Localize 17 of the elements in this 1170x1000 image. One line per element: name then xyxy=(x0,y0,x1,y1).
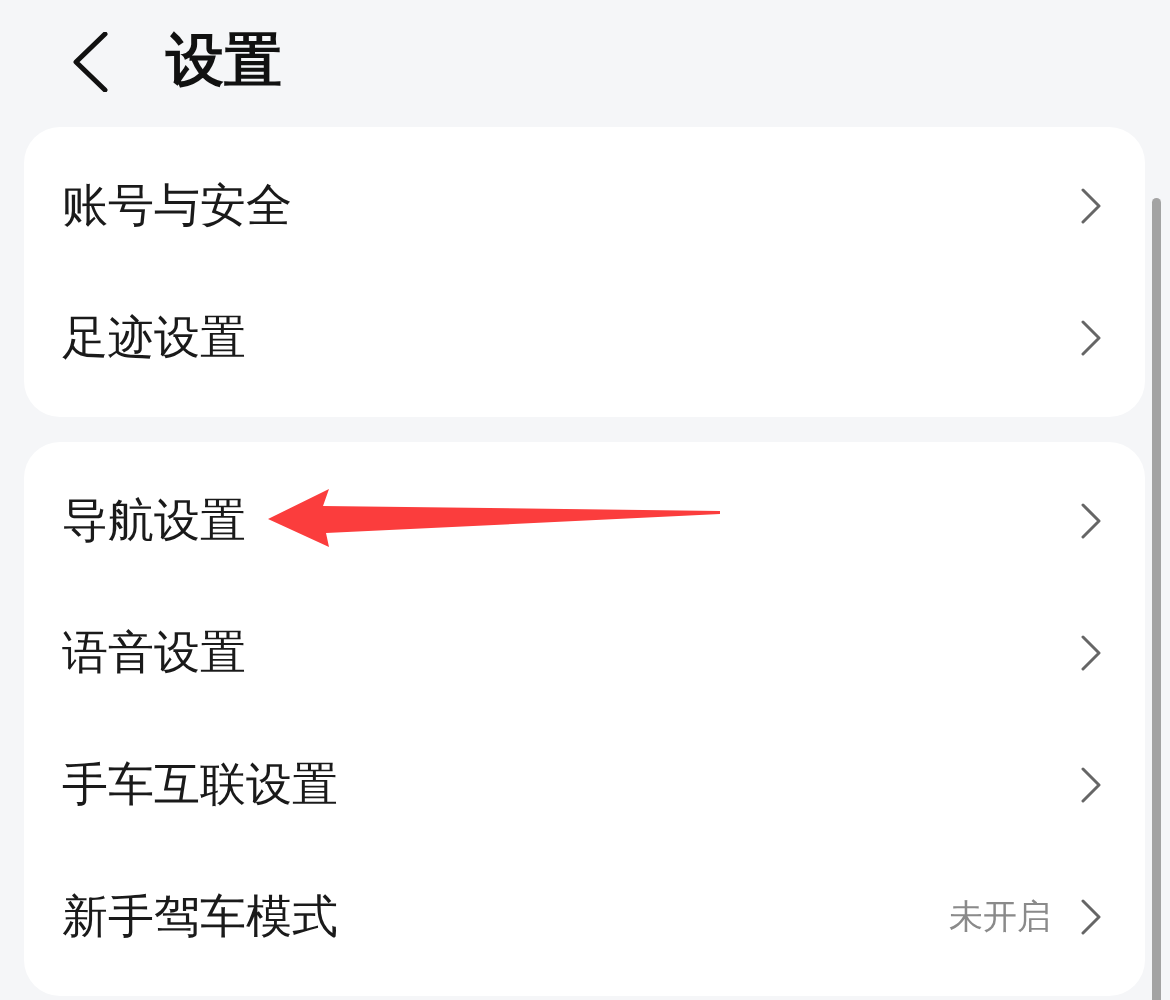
chevron-right-icon xyxy=(1081,188,1101,224)
back-button[interactable] xyxy=(72,31,108,92)
scrollbar[interactable] xyxy=(1152,198,1161,1000)
chevron-right-icon xyxy=(1081,320,1101,356)
chevron-right-icon xyxy=(1081,899,1101,935)
settings-item[interactable]: 手车互联设置 xyxy=(24,719,1145,851)
status-value: 未开启 xyxy=(949,895,1051,938)
settings-item[interactable]: 新手驾车模式 未开启 xyxy=(24,851,1145,983)
page-title: 设置 xyxy=(166,28,282,93)
settings-item[interactable]: 足迹设置 xyxy=(24,272,1145,404)
settings-item[interactable]: 导航设置 xyxy=(24,455,1145,587)
chevron-right-icon xyxy=(1081,635,1101,671)
chevron-right-icon xyxy=(1081,767,1101,803)
chevron-right-icon xyxy=(1081,503,1101,539)
settings-item[interactable]: 账号与安全 xyxy=(24,140,1145,272)
settings-item[interactable]: 语音设置 xyxy=(24,587,1145,719)
back-icon xyxy=(72,31,108,92)
